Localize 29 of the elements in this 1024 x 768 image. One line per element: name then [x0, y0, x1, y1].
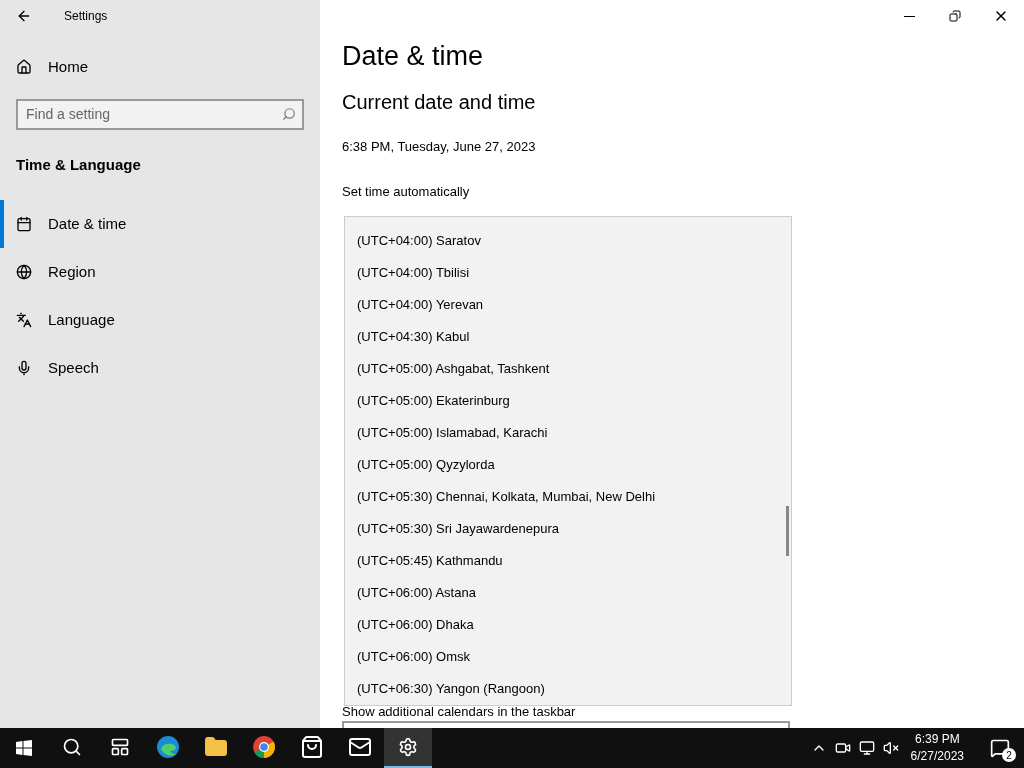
timezone-option[interactable]: (UTC+05:00) Islamabad, Karachi	[345, 417, 791, 449]
setting-label: Set time automatically	[342, 183, 471, 201]
clock[interactable]: 6:39 PM 6/27/2023	[898, 731, 976, 765]
timezone-option[interactable]: (UTC+06:00) Dhaka	[345, 609, 791, 641]
search-field[interactable]: Find a setting	[16, 98, 304, 130]
timezone-option[interactable]: (UTC+04:00) Saratov	[345, 225, 791, 257]
timezone-option[interactable]: (UTC+04:00) Yerevan	[345, 289, 791, 321]
nav-item[interactable]: Language	[0, 296, 320, 344]
section-title: Current date and time	[342, 89, 537, 115]
timezone-option[interactable]: (UTC+05:00) Qyzylorda	[345, 449, 791, 481]
timezone-option[interactable]: (UTC+06:00) Astana	[345, 577, 791, 609]
nav-item[interactable]: Speech	[0, 344, 320, 392]
current-date-time: 6:38 PM, Tuesday, June 27, 2023	[342, 137, 537, 156]
window-title: Settings	[64, 8, 108, 25]
timezone-option[interactable]: (UTC+05:00) Ekaterinburg	[345, 385, 791, 417]
timezone-option[interactable]: (UTC+05:00) Ashgabat, Tashkent	[345, 353, 791, 385]
timezone-option[interactable]: (UTC+05:30) Sri Jayawardenepura	[345, 513, 791, 545]
timezone-option[interactable]: (UTC+05:45) Kathmandu	[345, 545, 791, 577]
timezone-option[interactable]: (UTC+06:30) Yangon (Rangoon)	[345, 673, 791, 705]
timezone-option[interactable]: (UTC+05:30) Chennai, Kolkata, Mumbai, New Delhi	[345, 481, 791, 513]
notification-count: 2	[1002, 748, 1016, 762]
section-heading: Time & Language	[15, 154, 142, 175]
setting-label: Show additional calendars in the taskbar	[342, 702, 577, 721]
home-link[interactable]: Home	[0, 56, 320, 79]
timezone-option[interactable]: (UTC+06:00) Omsk	[345, 641, 791, 673]
timezone-option[interactable]: (UTC+04:00) Tbilisi	[345, 257, 791, 289]
timezone-option[interactable]: (UTC+04:30) Kabul	[345, 321, 791, 353]
nav-item[interactable]: Region	[0, 248, 320, 296]
page-title: Date & time	[342, 40, 485, 73]
